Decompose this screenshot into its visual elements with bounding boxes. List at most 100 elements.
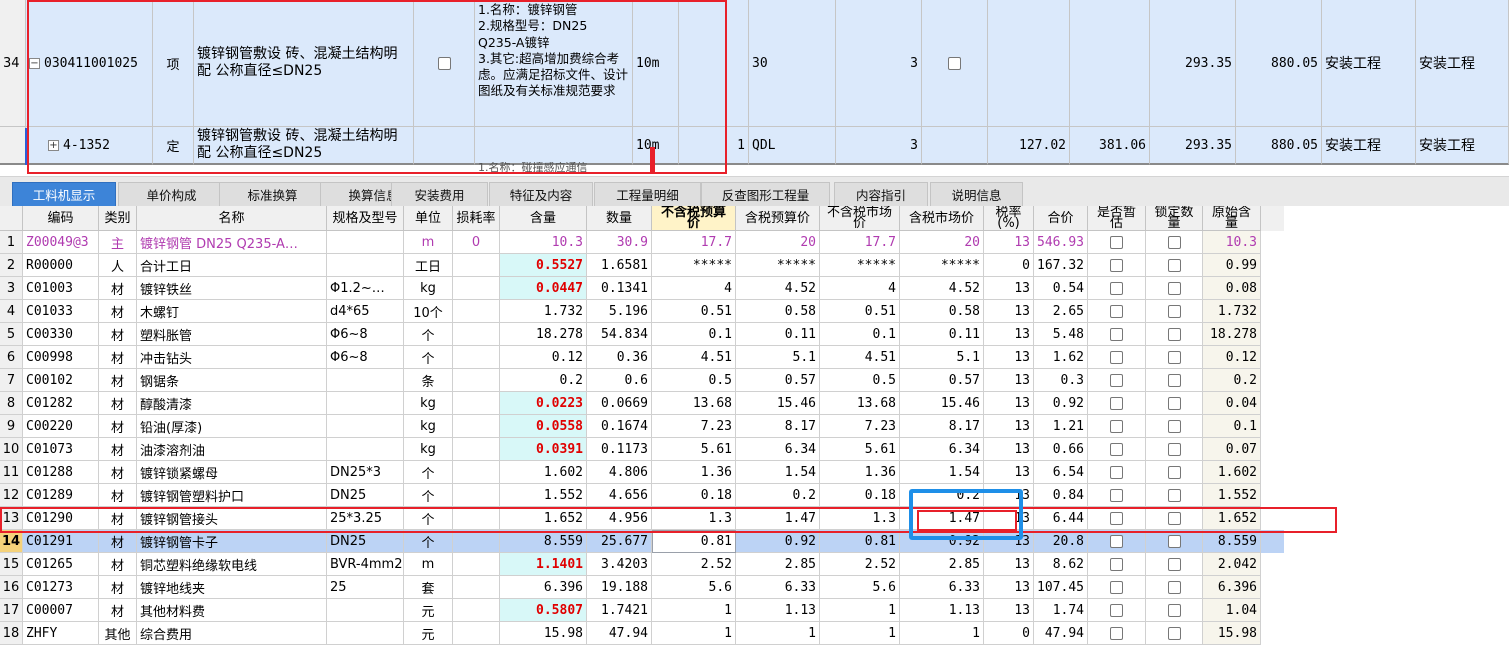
- cell-tax-market-price[interactable]: 0.57: [900, 369, 984, 392]
- cell-tax-market-price[interactable]: 0.2: [900, 484, 984, 507]
- header-name[interactable]: 名称: [137, 206, 327, 231]
- cell-name[interactable]: 钢锯条: [137, 369, 327, 392]
- description-cell[interactable]: 1.名称：镀锌钢管 2.规格型号：DN25 Q235-A镀锌 3.其它:超高增加…: [475, 0, 633, 127]
- cell-lock-quantity[interactable]: [1146, 553, 1203, 576]
- checkbox[interactable]: [1110, 488, 1123, 502]
- cell-pre-tax-budget-price[interactable]: 1: [652, 599, 736, 622]
- cell-tax-market-price[interactable]: 0.58: [900, 300, 984, 323]
- cell-name[interactable]: 镀锌钢管 DN25 Q235-A…: [137, 231, 327, 254]
- checkbox[interactable]: [1110, 557, 1123, 571]
- cell-tax-budget-price[interactable]: 0.11: [736, 323, 820, 346]
- cell-content[interactable]: 0.5807: [500, 599, 587, 622]
- cell-tax-market-price[interactable]: 6.34: [900, 438, 984, 461]
- checkbox[interactable]: [1110, 511, 1123, 525]
- collapse-icon[interactable]: −: [29, 57, 40, 69]
- cell-name[interactable]: 合计工日: [137, 254, 327, 277]
- header-code[interactable]: 编码: [23, 206, 99, 231]
- header-lock-quantity[interactable]: 锁定数量: [1146, 206, 1203, 231]
- cell-tax-market-price[interactable]: 0.92: [900, 530, 984, 553]
- cell-pre-tax-market-price[interactable]: 1: [820, 622, 900, 645]
- header-tax-budget-price[interactable]: 含税预算价: [736, 206, 820, 231]
- cell-is-estimate[interactable]: [1088, 576, 1146, 599]
- cell-spec[interactable]: DN25: [327, 530, 404, 553]
- header-spec[interactable]: 规格及型号: [327, 206, 404, 231]
- cell-content[interactable]: 1.732: [500, 300, 587, 323]
- cell-tax-budget-price[interactable]: 1.47: [736, 507, 820, 530]
- cell-content[interactable]: 10.3: [500, 231, 587, 254]
- major-cell-2[interactable]: 安装工程: [1416, 127, 1509, 165]
- cell-quantity[interactable]: 54.834: [587, 323, 652, 346]
- cell-pre-tax-market-price[interactable]: 17.7: [820, 231, 900, 254]
- cell-quantity[interactable]: 4.806: [587, 461, 652, 484]
- cell-is-estimate[interactable]: [1088, 622, 1146, 645]
- checkbox[interactable]: [1110, 281, 1123, 295]
- cell-tax-budget-price[interactable]: 15.46: [736, 392, 820, 415]
- tab-6[interactable]: 工程量明细: [594, 182, 701, 206]
- cell-pre-tax-market-price[interactable]: 0.81: [820, 530, 900, 553]
- cell-name[interactable]: 镀锌钢管塑料护口: [137, 484, 327, 507]
- cell-pre-tax-market-price[interactable]: 4.51: [820, 346, 900, 369]
- cell-spec[interactable]: d4*65: [327, 300, 404, 323]
- cell-pre-tax-market-price[interactable]: 5.6: [820, 576, 900, 599]
- tab-4[interactable]: 安装费用: [391, 182, 488, 206]
- cell-is-estimate[interactable]: [1088, 507, 1146, 530]
- checkbox[interactable]: [1110, 534, 1123, 548]
- cell-spec[interactable]: 25: [327, 576, 404, 599]
- cell-is-estimate[interactable]: [1088, 369, 1146, 392]
- header-pre-tax-market-price[interactable]: 不含税市场价: [820, 206, 900, 231]
- cell-lock-quantity[interactable]: [1146, 277, 1203, 300]
- checkbox[interactable]: [1110, 465, 1123, 479]
- checkbox[interactable]: [1110, 350, 1123, 364]
- cell-lock-quantity[interactable]: [1146, 461, 1203, 484]
- qty-cell[interactable]: 3: [836, 127, 922, 165]
- cell-spec[interactable]: [327, 415, 404, 438]
- cell-content[interactable]: 0.0223: [500, 392, 587, 415]
- checkbox[interactable]: [1167, 304, 1181, 318]
- cell-tax-budget-price[interactable]: 1.13: [736, 599, 820, 622]
- cell-pre-tax-budget-price[interactable]: 2.52: [652, 553, 736, 576]
- cell-tax-budget-price[interactable]: 6.34: [736, 438, 820, 461]
- checkbox[interactable]: [1167, 350, 1181, 364]
- cell-pre-tax-market-price[interactable]: 0.1: [820, 323, 900, 346]
- header-tax-rate[interactable]: 税率(%): [984, 206, 1034, 231]
- cell-tax-budget-price[interactable]: *****: [736, 254, 820, 277]
- checkbox[interactable]: [1167, 281, 1181, 295]
- cell-pre-tax-market-price[interactable]: 0.5: [820, 369, 900, 392]
- checkbox[interactable]: [1110, 373, 1123, 387]
- cell-pre-tax-budget-price[interactable]: 1: [652, 622, 736, 645]
- cell-spec[interactable]: BVR-4mm2: [327, 553, 404, 576]
- code-cell[interactable]: − 030411001025: [26, 0, 153, 127]
- cell-tax-budget-price[interactable]: 4.52: [736, 277, 820, 300]
- checkbox[interactable]: [1167, 258, 1181, 272]
- cell-pre-tax-budget-price[interactable]: 5.61: [652, 438, 736, 461]
- cell-tax-market-price[interactable]: 1.13: [900, 599, 984, 622]
- checkbox[interactable]: [1167, 511, 1181, 525]
- checkbox-cell-2[interactable]: [922, 0, 988, 127]
- table-row[interactable]: 4 C01033 材木螺钉 d4*65 10个 1.732 5.196 0.51 0.58 0.5…: [0, 300, 1284, 323]
- checkbox[interactable]: [437, 56, 451, 70]
- header-category[interactable]: 类别: [99, 206, 137, 231]
- cell-tax-budget-price[interactable]: 6.33: [736, 576, 820, 599]
- cell-lock-quantity[interactable]: [1146, 507, 1203, 530]
- checkbox[interactable]: [1110, 327, 1123, 341]
- cell-content[interactable]: 0.12: [500, 346, 587, 369]
- cell-name[interactable]: 镀锌钢管卡子: [137, 530, 327, 553]
- cell-content[interactable]: 6.396: [500, 576, 587, 599]
- top-grid-row-quota[interactable]: + 4-1352 定 镀锌钢管敷设 砖、混凝土结构明配 公称直径≤DN25 10…: [0, 127, 1509, 165]
- cell-name[interactable]: 冲击钻头: [137, 346, 327, 369]
- cell-content[interactable]: 0.2: [500, 369, 587, 392]
- header-amount[interactable]: 合价: [1034, 206, 1088, 231]
- checkbox[interactable]: [1167, 235, 1181, 249]
- cell-is-estimate[interactable]: [1088, 231, 1146, 254]
- cell-pre-tax-market-price[interactable]: 7.23: [820, 415, 900, 438]
- cell-tax-budget-price[interactable]: 5.1: [736, 346, 820, 369]
- cell-name[interactable]: 塑料胀管: [137, 323, 327, 346]
- cell-quantity[interactable]: 0.1341: [587, 277, 652, 300]
- cell-pre-tax-market-price[interactable]: 4: [820, 277, 900, 300]
- cell-lock-quantity[interactable]: [1146, 599, 1203, 622]
- cell-pre-tax-market-price[interactable]: 0.18: [820, 484, 900, 507]
- table-row[interactable]: 7 C00102 材钢锯条条 0.2 0.6 0.5 0.57 0.5 0.57 13 0.3 0.2: [0, 369, 1284, 392]
- cell-quantity[interactable]: 5.196: [587, 300, 652, 323]
- cell-spec[interactable]: Φ6~8: [327, 346, 404, 369]
- table-row[interactable]: 12 C01289 材镀锌钢管塑料护口 DN25 个 1.552 4.656 0.18 0.2 0…: [0, 484, 1284, 507]
